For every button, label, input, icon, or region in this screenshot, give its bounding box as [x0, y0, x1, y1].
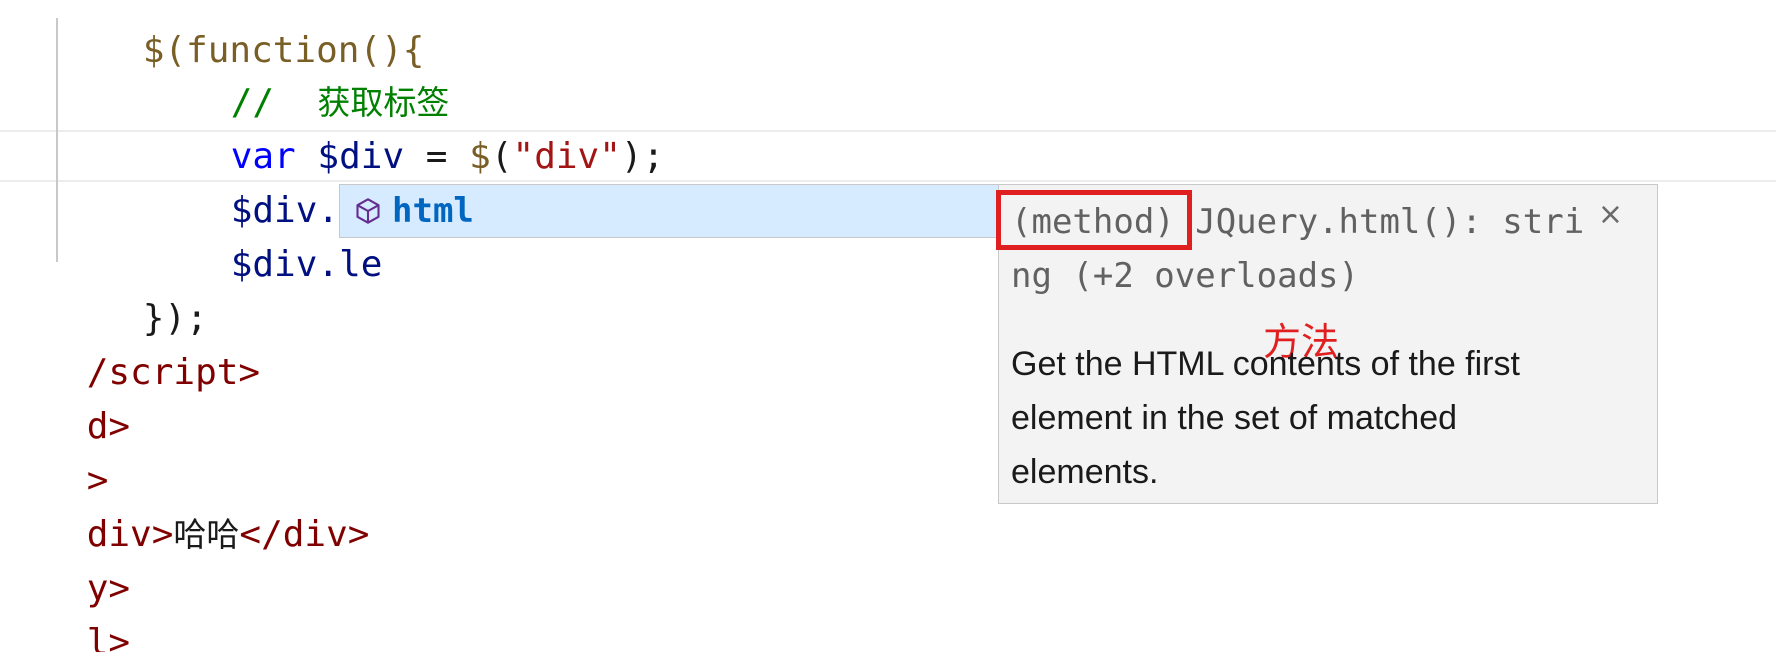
close-icon[interactable]: × — [1598, 197, 1623, 232]
html-text: 哈哈 — [173, 515, 240, 554]
code-line: /script> — [0, 292, 260, 393]
code-line: y> — [0, 508, 130, 609]
variable: $div — [230, 244, 318, 285]
code-line: var $div = $("div"); — [144, 76, 665, 177]
documentation-text: Get the HTML contents of the first eleme… — [1011, 345, 1520, 491]
string-literal: "div" — [512, 136, 621, 177]
code-line: > — [0, 400, 109, 501]
code-line: // 获取标签 — [144, 22, 450, 123]
html-tag-close: </div> — [239, 514, 370, 555]
paren-open: ( — [490, 136, 513, 177]
annotation-highlight-box — [996, 190, 1192, 250]
member-access: .le — [317, 244, 383, 285]
paren-close: ); — [620, 136, 665, 177]
function-name: $ — [469, 136, 491, 177]
html-tag: l> — [86, 622, 131, 652]
suggestion-label: html — [392, 191, 474, 231]
code-line: }); — [56, 238, 208, 339]
suggestion-details-panel: (method) JQuery.html(): string (+2 overl… — [996, 184, 1658, 504]
code-line-current: $div.html — [144, 130, 428, 234]
code-editor[interactable]: $(function(){ // 获取标签 var $div = $("div"… — [0, 0, 1776, 652]
code-line: $(function(){ — [56, 0, 425, 71]
suggestion-item-html[interactable]: html — [339, 184, 999, 238]
method-cube-icon — [356, 198, 380, 224]
code-line: d> — [0, 346, 130, 447]
code-line: l> — [0, 562, 130, 652]
code-line: div>哈哈</div> — [0, 454, 370, 555]
